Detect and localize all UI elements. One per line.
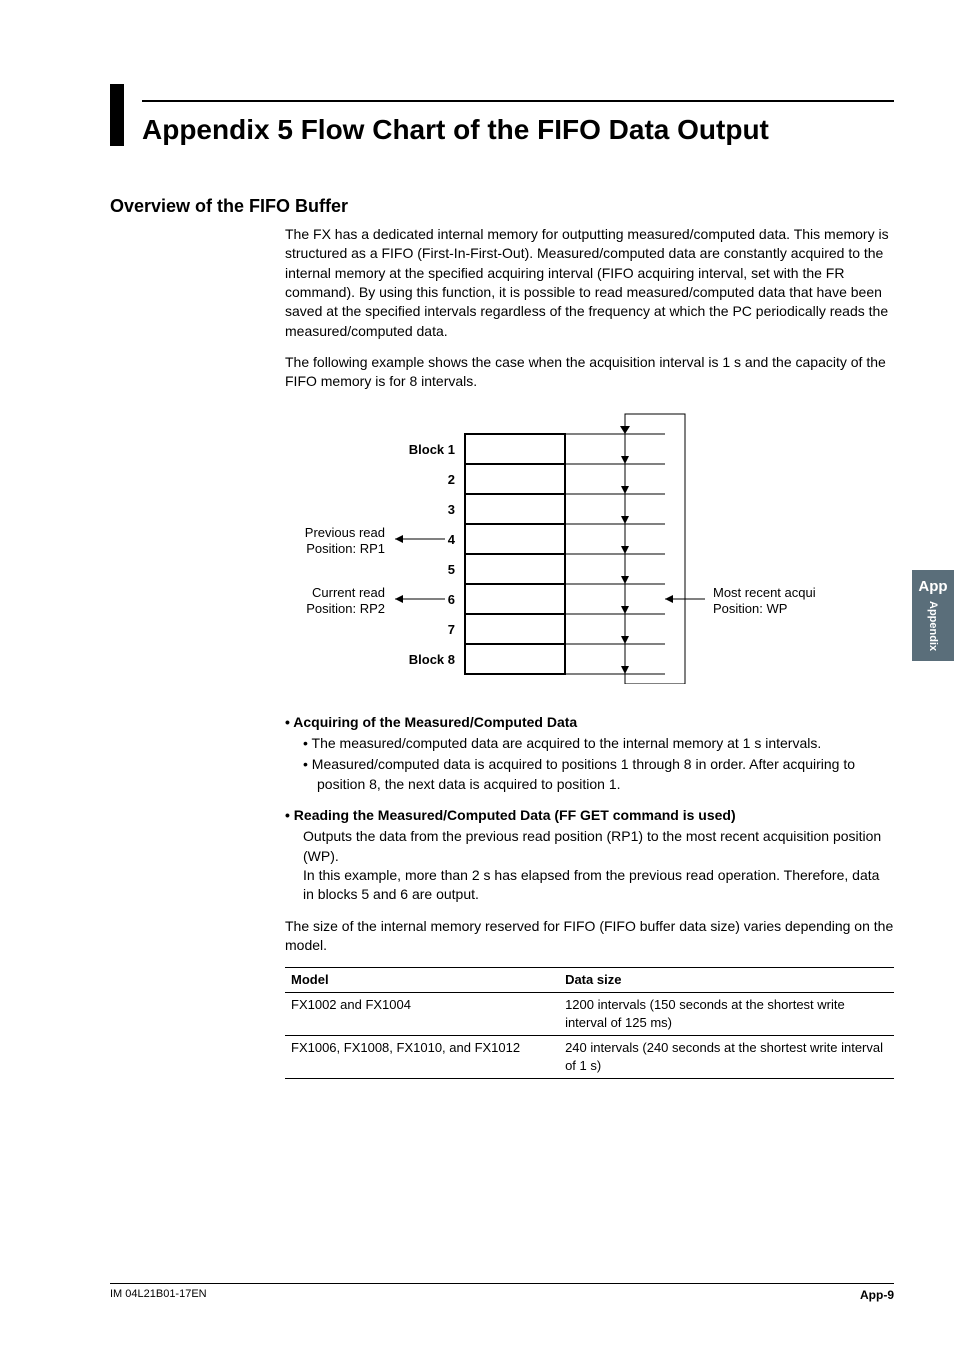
page-footer: IM 04L21B01-17EN App-9	[110, 1283, 894, 1302]
bullet-reading: Reading the Measured/Computed Data (FF G…	[285, 806, 894, 905]
diagram-prev-read-l2: Position: RP1	[306, 541, 385, 556]
td-size-2: 240 intervals (240 seconds at the shorte…	[559, 1036, 894, 1079]
diagram-label-block8: Block 8	[409, 652, 455, 667]
td-model-1: FX1002 and FX1004	[285, 993, 559, 1036]
th-model: Model	[285, 968, 559, 993]
bullet-acquiring-sublist: The measured/computed data are acquired …	[303, 734, 894, 794]
intro-paragraph-1: The FX has a dedicated internal memory f…	[285, 225, 894, 341]
table-row: FX1002 and FX1004 1200 intervals (150 se…	[285, 993, 894, 1036]
diagram-curr-read-l1: Current read	[312, 585, 385, 600]
bullet-acquiring-sub2: Measured/computed data is acquired to po…	[303, 755, 894, 794]
diagram-acquire-l2: Position: WP	[713, 601, 787, 616]
title-bar-icon	[110, 84, 124, 146]
th-data-size: Data size	[559, 968, 894, 993]
bullet-acquiring: Acquiring of the Measured/Computed Data …	[285, 713, 894, 794]
side-tab-label: App	[912, 578, 954, 595]
bullet-reading-line1: Outputs the data from the previous read …	[303, 827, 894, 866]
diagram-prev-read-l1: Previous read	[305, 525, 385, 540]
content-body: The FX has a dedicated internal memory f…	[285, 225, 894, 1079]
diagram-label-6: 6	[448, 592, 455, 607]
td-size-1: 1200 intervals (150 seconds at the short…	[559, 993, 894, 1036]
bulleted-list: Acquiring of the Measured/Computed Data …	[285, 713, 894, 905]
side-index-tab: App Appendix	[912, 570, 954, 661]
diagram-label-3: 3	[448, 502, 455, 517]
bullet-reading-line2: In this example, more than 2 s has elaps…	[303, 866, 894, 905]
intro-paragraph-2: The following example shows the case whe…	[285, 353, 894, 392]
side-tab-sublabel: Appendix	[927, 601, 939, 651]
diagram-curr-read-l2: Position: RP2	[306, 601, 385, 616]
spec-table: Model Data size FX1002 and FX1004 1200 i…	[285, 967, 894, 1079]
section-heading: Overview of the FIFO Buffer	[110, 196, 894, 217]
diagram-label-2: 2	[448, 472, 455, 487]
bullet-acquiring-heading: Acquiring of the Measured/Computed Data	[285, 713, 894, 732]
footer-page-number: App-9	[860, 1288, 894, 1302]
footer-doc-id: IM 04L21B01-17EN	[110, 1288, 207, 1302]
td-model-2: FX1006, FX1008, FX1010, and FX1012	[285, 1036, 559, 1079]
title-block: Appendix 5 Flow Chart of the FIFO Data O…	[110, 100, 894, 146]
fifo-diagram: Block 1 2 3 4 5 6 7 Block 8 Previous rea…	[285, 404, 894, 689]
page: Appendix 5 Flow Chart of the FIFO Data O…	[0, 0, 954, 1350]
table-intro: The size of the internal memory reserved…	[285, 917, 894, 956]
bullet-reading-body: Outputs the data from the previous read …	[303, 827, 894, 904]
diagram-label-block1: Block 1	[409, 442, 455, 457]
diagram-label-5: 5	[448, 562, 455, 577]
table-header-row: Model Data size	[285, 968, 894, 993]
diagram-label-4: 4	[448, 532, 456, 547]
bullet-reading-heading: Reading the Measured/Computed Data (FF G…	[285, 806, 894, 825]
table-row: FX1006, FX1008, FX1010, and FX1012 240 i…	[285, 1036, 894, 1079]
fifo-diagram-svg: Block 1 2 3 4 5 6 7 Block 8 Previous rea…	[285, 404, 815, 684]
page-title: Appendix 5 Flow Chart of the FIFO Data O…	[142, 100, 894, 146]
diagram-label-7: 7	[448, 622, 455, 637]
diagram-acquire-l1: Most recent acquire	[713, 585, 815, 600]
bullet-acquiring-sub1: The measured/computed data are acquired …	[303, 734, 894, 753]
